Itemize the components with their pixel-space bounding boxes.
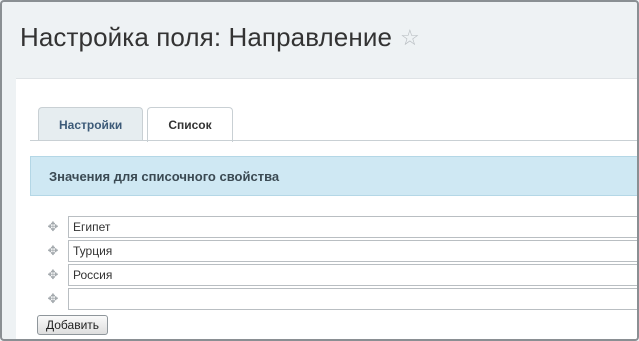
section-heading-text: Значения для списочного свойства (49, 168, 280, 184)
page-title-bar: Настройка поля: Направление ☆ (20, 22, 420, 53)
section-heading: Значения для списочного свойства (30, 156, 637, 196)
window-frame: Настройка поля: Направление ☆ Настройки … (0, 0, 639, 341)
drag-handle-icon[interactable]: ✥ (38, 263, 68, 287)
list-values: ✥ ✥ ✥ ✥ (38, 215, 637, 311)
page-title: Настройка поля: Направление (20, 22, 393, 52)
drag-handle-icon[interactable]: ✥ (38, 287, 68, 311)
tab-settings[interactable]: Настройки (38, 107, 144, 141)
settings-panel: Настройки Список Значения для списочного… (16, 78, 637, 339)
list-item: ✥ (38, 263, 637, 287)
value-field[interactable] (68, 288, 637, 310)
tab-bar: Настройки Список (38, 107, 233, 142)
list-item: ✥ (38, 287, 637, 311)
drag-handle-icon[interactable]: ✥ (38, 239, 68, 263)
drag-handle-icon[interactable]: ✥ (38, 215, 68, 239)
value-field[interactable] (68, 240, 637, 262)
tab-list[interactable]: Список (147, 107, 233, 142)
favorite-star-icon[interactable]: ☆ (400, 25, 420, 51)
list-item: ✥ (38, 239, 637, 263)
list-item: ✥ (38, 215, 637, 239)
value-field[interactable] (68, 216, 637, 238)
tab-divider (30, 140, 637, 141)
value-field[interactable] (68, 264, 637, 286)
add-button[interactable]: Добавить (37, 315, 109, 335)
